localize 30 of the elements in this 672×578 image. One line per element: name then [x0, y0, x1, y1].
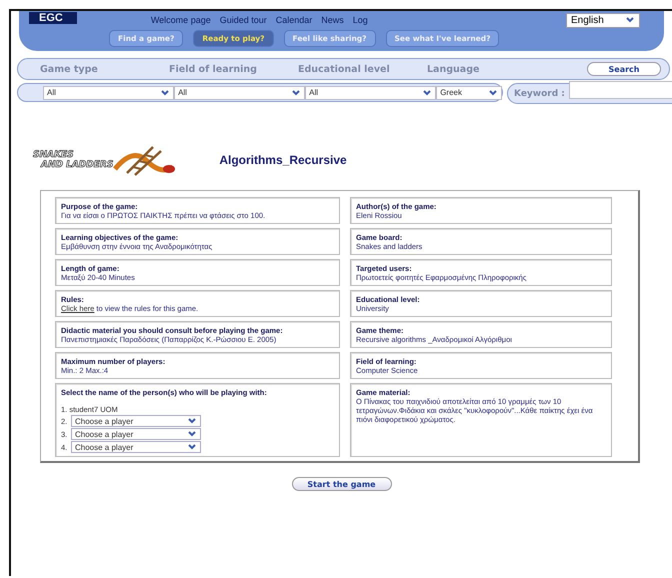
- nav-link[interactable]: Guided tour: [220, 15, 267, 25]
- search-button[interactable]: Search: [587, 62, 661, 76]
- chevron-down-icon: [160, 88, 170, 96]
- nav-link[interactable]: Log: [352, 15, 368, 25]
- nav-link[interactable]: Welcome page: [150, 15, 211, 25]
- filter-select[interactable]: Greek: [436, 86, 502, 100]
- nav-link[interactable]: Calendar: [276, 15, 312, 25]
- filter-select[interactable]: All: [174, 86, 306, 100]
- game-logo-text: AND LADDERS: [41, 160, 114, 170]
- filter-label: Field of learning: [169, 64, 258, 74]
- chevron-down-icon: [422, 88, 432, 96]
- chevron-down-icon: [291, 88, 302, 96]
- game-logo-text: SNAKES: [33, 150, 75, 160]
- chevron-down-icon: [625, 16, 635, 24]
- player-select[interactable]: Choose a player: [71, 415, 201, 427]
- language-select[interactable]: English: [566, 12, 640, 28]
- nav-link[interactable]: News: [321, 15, 344, 25]
- filter-select[interactable]: All: [305, 86, 436, 100]
- player-select[interactable]: Choose a player: [71, 441, 201, 453]
- filter-select[interactable]: All: [43, 86, 174, 100]
- filter-label: Game type: [40, 64, 99, 74]
- site-logo: EGC: [29, 12, 77, 24]
- chevron-down-icon: [488, 88, 498, 96]
- start-game-button[interactable]: Start the game: [292, 477, 392, 491]
- game-title: Algorithms_Recursive: [219, 153, 347, 167]
- filter-label: Language: [427, 64, 480, 74]
- filter-label: Educational level: [298, 64, 391, 74]
- player-select[interactable]: Choose a player: [71, 428, 201, 440]
- ladder-snake-icon: [113, 143, 176, 177]
- keyword-label: Keyword :: [514, 88, 565, 98]
